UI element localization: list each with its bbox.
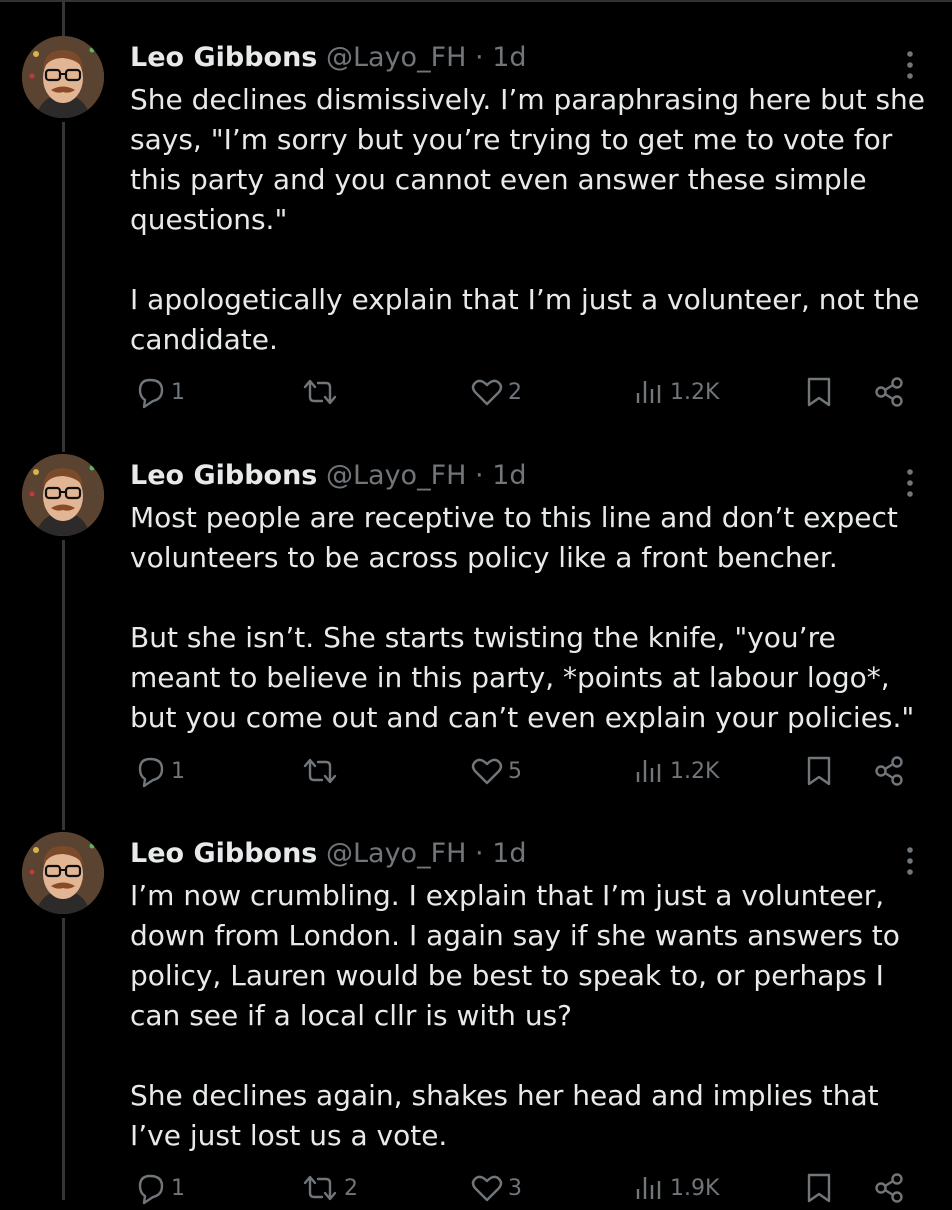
views-bar-chart-icon <box>636 381 661 403</box>
like-button[interactable]: 3 <box>470 1166 522 1210</box>
tweet-paragraph: She declines dismissively. I’m paraphras… <box>130 83 926 236</box>
thread-connector <box>62 0 65 36</box>
separator: · <box>475 838 484 869</box>
thread-connector <box>62 918 65 1200</box>
view-count: 1.2K <box>670 379 720 405</box>
tweet-actions: 1 2 1.2K <box>0 370 952 414</box>
share-button[interactable] <box>872 370 906 414</box>
tweet-actions: 1 2 3 1.9K <box>0 1166 952 1210</box>
author-handle[interactable]: @Layo_FH <box>326 460 466 491</box>
tweet-paragraph: I apologetically explain that I’m just a… <box>130 283 920 356</box>
tweet-header: Leo Gibbons @Layo_FH · 1d <box>130 458 527 494</box>
reply-count: 1 <box>171 758 185 784</box>
reply-button[interactable]: 1 <box>133 749 185 793</box>
share-button[interactable] <box>872 1166 906 1210</box>
view-count: 1.2K <box>670 758 720 784</box>
avatar[interactable] <box>22 36 104 118</box>
tweet-actions: 1 5 1.2K <box>0 749 952 793</box>
views-button[interactable]: 1.9K <box>632 1166 719 1210</box>
reply-icon <box>138 378 164 409</box>
share-button[interactable] <box>872 749 906 793</box>
author-name[interactable]: Leo Gibbons <box>130 42 317 73</box>
reply-button[interactable]: 1 <box>133 1166 185 1210</box>
heart-icon <box>471 379 503 406</box>
timestamp[interactable]: 1d <box>492 460 526 491</box>
like-count: 3 <box>508 1175 522 1201</box>
like-count: 2 <box>508 379 522 405</box>
like-button[interactable]: 5 <box>470 749 522 793</box>
views-button[interactable]: 1.2K <box>632 370 719 414</box>
bookmark-icon <box>807 377 831 407</box>
tweet-header: Leo Gibbons @Layo_FH · 1d <box>130 40 527 76</box>
bookmark-button[interactable] <box>803 749 835 793</box>
repost-button[interactable] <box>300 749 344 793</box>
reply-count: 1 <box>171 1175 185 1201</box>
avatar[interactable] <box>22 454 104 536</box>
separator: · <box>475 42 484 73</box>
reply-count: 1 <box>171 379 185 405</box>
author-handle[interactable]: @Layo_FH <box>326 42 466 73</box>
repost-icon <box>303 758 337 784</box>
bookmark-icon <box>807 756 831 786</box>
tweet-header: Leo Gibbons @Layo_FH · 1d <box>130 836 527 872</box>
repost-icon <box>303 379 337 405</box>
author-name[interactable]: Leo Gibbons <box>130 460 317 491</box>
heart-icon <box>471 758 503 785</box>
tweet-paragraph: But she isn’t. She starts twisting the k… <box>130 621 915 734</box>
avatar[interactable] <box>22 832 104 914</box>
timestamp[interactable]: 1d <box>492 838 526 869</box>
views-bar-chart-icon <box>636 760 661 782</box>
tweet-paragraph: I’m now crumbling. I explain that I’m ju… <box>130 879 900 1032</box>
share-icon <box>875 377 903 407</box>
top-divider <box>0 0 952 2</box>
timestamp[interactable]: 1d <box>492 42 526 73</box>
repost-button[interactable] <box>300 370 344 414</box>
author-name[interactable]: Leo Gibbons <box>130 838 317 869</box>
tweet-text: She declines dismissively. I’m paraphras… <box>130 80 930 360</box>
like-count: 5 <box>508 758 522 784</box>
repost-count: 2 <box>344 1175 358 1201</box>
tweet-paragraph: Most people are receptive to this line a… <box>130 501 898 574</box>
separator: · <box>475 460 484 491</box>
repost-button[interactable]: 2 <box>300 1166 358 1210</box>
author-handle[interactable]: @Layo_FH <box>326 838 466 869</box>
reply-button[interactable]: 1 <box>133 370 185 414</box>
view-count: 1.9K <box>670 1175 720 1201</box>
tweet-text: I’m now crumbling. I explain that I’m ju… <box>130 876 930 1156</box>
bookmark-button[interactable] <box>803 370 835 414</box>
like-button[interactable]: 2 <box>470 370 522 414</box>
tweet-paragraph: She declines again, shakes her head and … <box>130 1079 879 1152</box>
tweet-text: Most people are receptive to this line a… <box>130 498 930 738</box>
views-button[interactable]: 1.2K <box>632 749 719 793</box>
bookmark-button[interactable] <box>803 1166 835 1210</box>
share-icon <box>875 756 903 786</box>
reply-icon <box>138 757 164 788</box>
